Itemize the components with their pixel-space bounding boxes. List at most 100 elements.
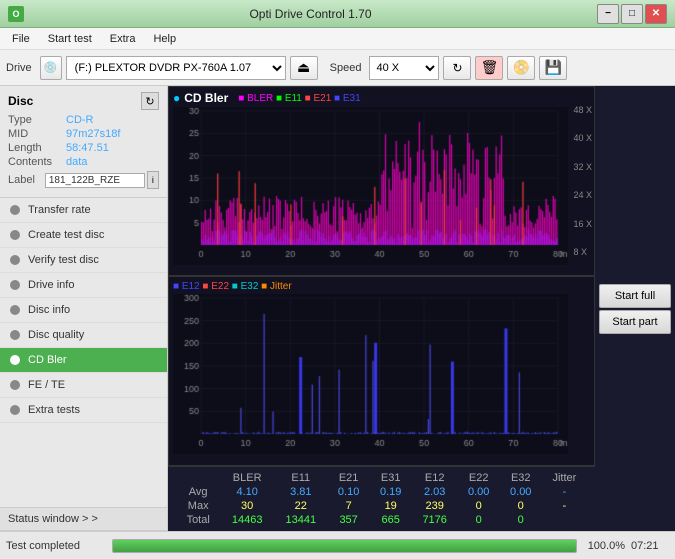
- label-label: Label: [8, 174, 45, 186]
- e12-chart: [173, 294, 568, 454]
- table-header: E31: [370, 471, 412, 485]
- row-label: Total: [176, 513, 220, 527]
- save-button[interactable]: 💾: [539, 56, 567, 80]
- sidebar-item-label: Transfer rate: [28, 204, 91, 216]
- speed-label: Speed: [330, 62, 362, 74]
- table-cell: 0.00: [458, 485, 500, 499]
- window-controls: − □ ✕: [597, 4, 667, 24]
- table-header: [176, 471, 220, 485]
- mid-value: 97m27s18f: [66, 128, 120, 140]
- sidebar-item-disc-info[interactable]: Disc info: [0, 298, 167, 323]
- e12-legend: ■ E12 ■ E22 ■ E32 ■ Jitter: [173, 281, 292, 292]
- menu-extra[interactable]: Extra: [102, 31, 144, 47]
- menu-help[interactable]: Help: [145, 31, 184, 47]
- table-header: E21: [328, 471, 370, 485]
- sidebar-item-label: CD Bler: [28, 354, 67, 366]
- table-cell: 665: [370, 513, 412, 527]
- length-value: 58:47.51: [66, 142, 109, 154]
- table-header: E22: [458, 471, 500, 485]
- eject2-button[interactable]: 📀: [507, 56, 535, 80]
- table-cell: 0: [500, 499, 542, 513]
- sidebar-item-label: Disc quality: [28, 329, 84, 341]
- sidebar-icon: [8, 228, 22, 242]
- title-bar: O Opti Drive Control 1.70 − □ ✕: [0, 0, 675, 28]
- toolbar: Drive 💿 (F:) PLEXTOR DVDR PX-760A 1.07 ⏏…: [0, 50, 675, 86]
- sidebar: Disc ↻ Type CD-R MID 97m27s18f Length 58…: [0, 86, 168, 531]
- table-cell: 357: [328, 513, 370, 527]
- bottom-bar: Test completed 100.0% 07:21: [0, 531, 675, 559]
- menu-start-test[interactable]: Start test: [40, 31, 100, 47]
- table-cell: 239: [412, 499, 458, 513]
- status-bar-bottom: Status window > >: [0, 507, 167, 531]
- sidebar-item-verify-test-disc[interactable]: Verify test disc: [0, 248, 167, 273]
- label-input[interactable]: [45, 173, 145, 188]
- e12-chart-container: ■ E12 ■ E22 ■ E32 ■ Jitter: [168, 276, 595, 466]
- table-header: E32: [500, 471, 542, 485]
- table-header-row: BLERE11E21E31E12E22E32Jitter: [176, 471, 587, 485]
- sidebar-icon: [8, 403, 22, 417]
- sidebar-icon: [8, 203, 22, 217]
- sidebar-items: Transfer rate Create test disc Verify test…: [0, 198, 167, 423]
- contents-value: data: [66, 156, 87, 168]
- close-button[interactable]: ✕: [645, 4, 667, 24]
- table-header: E11: [274, 471, 328, 485]
- drive-label: Drive: [6, 62, 32, 74]
- menu-bar: File Start test Extra Help: [0, 28, 675, 50]
- sidebar-item-disc-quality[interactable]: Disc quality: [0, 323, 167, 348]
- disc-panel: Disc ↻ Type CD-R MID 97m27s18f Length 58…: [0, 86, 167, 198]
- data-table: BLERE11E21E31E12E22E32Jitter Avg4.103.81…: [176, 471, 587, 527]
- chart-and-buttons-area: ● CD Bler ■ BLER ■ E11 ■ E21 ■ E31 48 X4…: [168, 86, 675, 531]
- table-cell: -: [542, 485, 587, 499]
- table-header: E12: [412, 471, 458, 485]
- start-part-button[interactable]: Start part: [599, 310, 671, 334]
- table-cell: 4.10: [220, 485, 274, 499]
- sidebar-item-fe---te[interactable]: FE / TE: [0, 373, 167, 398]
- table-cell: 30: [220, 499, 274, 513]
- main-area: Disc ↻ Type CD-R MID 97m27s18f Length 58…: [0, 86, 675, 531]
- clear-button[interactable]: 🗑: [475, 56, 503, 80]
- refresh-speed-button[interactable]: ↻: [443, 56, 471, 80]
- eject-button[interactable]: ⏏: [290, 56, 318, 80]
- sidebar-icon: [8, 303, 22, 317]
- data-table-area: BLERE11E21E31E12E22E32Jitter Avg4.103.81…: [168, 466, 595, 531]
- sidebar-item-label: Create test disc: [28, 229, 104, 241]
- type-label: Type: [8, 114, 66, 126]
- drive-icon-btn: 💿: [40, 56, 62, 80]
- table-cell: 0: [458, 499, 500, 513]
- bler-chart: [173, 107, 568, 265]
- mid-label: MID: [8, 128, 66, 140]
- sidebar-item-label: Disc info: [28, 304, 70, 316]
- sidebar-item-transfer-rate[interactable]: Transfer rate: [0, 198, 167, 223]
- table-body: Avg4.103.810.100.192.030.000.00-Max30227…: [176, 485, 587, 527]
- table-cell: 19: [370, 499, 412, 513]
- right-axis-1: 48 X40 X32 X24 X16 X8 X: [573, 105, 592, 257]
- sidebar-item-extra-tests[interactable]: Extra tests: [0, 398, 167, 423]
- window-title: Opti Drive Control 1.70: [24, 7, 597, 21]
- status-text: Test completed: [6, 540, 106, 552]
- maximize-button[interactable]: □: [621, 4, 643, 24]
- sidebar-item-label: Verify test disc: [28, 254, 99, 266]
- menu-file[interactable]: File: [4, 31, 38, 47]
- table-cell: 7176: [412, 513, 458, 527]
- minimize-button[interactable]: −: [597, 4, 619, 24]
- drive-select[interactable]: (F:) PLEXTOR DVDR PX-760A 1.07: [66, 56, 286, 80]
- sidebar-item-drive-info[interactable]: Drive info: [0, 273, 167, 298]
- chart1-title: ● CD Bler ■ BLER ■ E11 ■ E21 ■ E31: [173, 91, 590, 105]
- table-cell: 3.81: [274, 485, 328, 499]
- row-label: Avg: [176, 485, 220, 499]
- start-full-button[interactable]: Start full: [599, 284, 671, 308]
- type-value: CD-R: [66, 114, 94, 126]
- sidebar-item-cd-bler[interactable]: CD Bler: [0, 348, 167, 373]
- time-display: 07:21: [631, 540, 669, 552]
- sidebar-item-label: Extra tests: [28, 404, 80, 416]
- sidebar-item-create-test-disc[interactable]: Create test disc: [0, 223, 167, 248]
- table-cell: [542, 513, 587, 527]
- table-cell: 0.19: [370, 485, 412, 499]
- label-info-button[interactable]: i: [147, 171, 159, 189]
- table-row: Total1446313441357665717600: [176, 513, 587, 527]
- status-window-button[interactable]: Status window > >: [0, 507, 167, 531]
- chart1-title-text: CD Bler: [184, 91, 228, 105]
- disc-refresh-button[interactable]: ↻: [141, 92, 159, 110]
- speed-select[interactable]: 40 X: [369, 56, 439, 80]
- table-header: Jitter: [542, 471, 587, 485]
